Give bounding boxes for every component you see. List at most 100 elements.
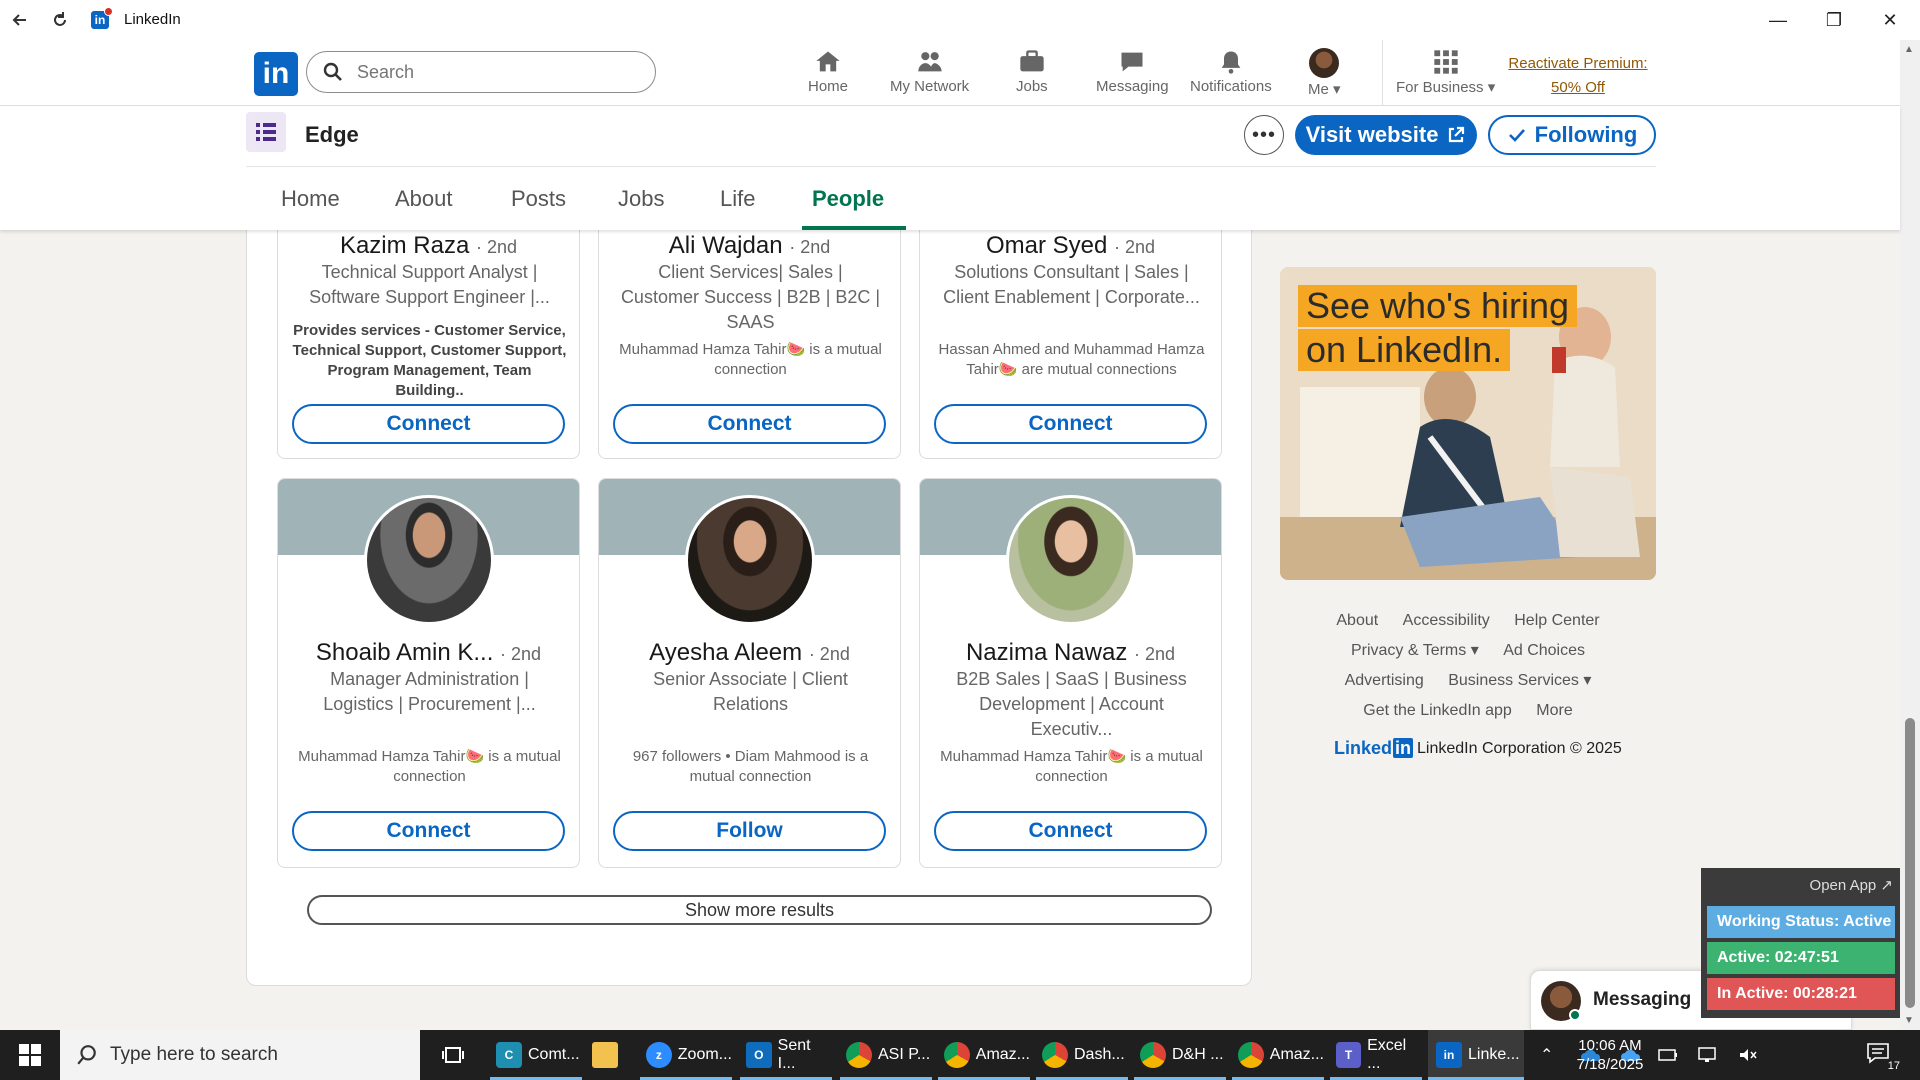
- reactivate-premium-link[interactable]: Reactivate Premium: 50% Off: [1498, 52, 1658, 100]
- linkedin-logo[interactable]: in: [254, 52, 298, 96]
- company-name[interactable]: Edge: [305, 122, 359, 148]
- following-label: Following: [1534, 122, 1638, 147]
- connect-button[interactable]: Connect: [613, 404, 886, 444]
- mutual-connections: Muhammad Hamza Tahir🍉 is a mutual connec…: [619, 341, 882, 378]
- footer-accessibility-link[interactable]: Accessibility: [1403, 612, 1490, 629]
- taskbar-app-zoom[interactable]: z Zoom...: [640, 1030, 732, 1080]
- restore-button[interactable]: ❐: [1806, 0, 1862, 40]
- windows-start-button[interactable]: [0, 1030, 60, 1080]
- person-name[interactable]: Omar Syed · 2nd: [920, 232, 1221, 260]
- avatar: [1309, 48, 1340, 78]
- footer-getapp-link[interactable]: Get the LinkedIn app: [1363, 702, 1512, 719]
- taskbar-app-linkedin[interactable]: in Linke...: [1428, 1030, 1524, 1080]
- window-title: LinkedIn: [124, 11, 181, 28]
- network-icon[interactable]: [1698, 1030, 1718, 1080]
- tab-life[interactable]: Life: [720, 186, 755, 212]
- tab-jobs[interactable]: Jobs: [618, 186, 664, 212]
- nav-jobs-label: Jobs: [1016, 78, 1048, 95]
- footer-more-link[interactable]: More: [1536, 702, 1572, 719]
- footer-about-link[interactable]: About: [1336, 612, 1378, 629]
- profile-photo[interactable]: [685, 495, 815, 625]
- nav-notifications[interactable]: Notifications: [1190, 48, 1272, 100]
- company-logo[interactable]: [246, 112, 286, 152]
- corporation-line: Linked in LinkedIn Corporation © 2025: [1334, 738, 1622, 759]
- tab-about[interactable]: About: [395, 186, 453, 212]
- messaging-label: Messaging: [1593, 989, 1692, 1010]
- briefcase-icon: [1020, 50, 1044, 72]
- following-button[interactable]: Following: [1488, 115, 1656, 155]
- clock[interactable]: 10:06 AM 7/18/2025: [1560, 1036, 1660, 1074]
- volume-muted-icon[interactable]: [1738, 1030, 1758, 1080]
- taskbar-app-chrome-dh[interactable]: D&H ...: [1134, 1030, 1226, 1080]
- connect-button[interactable]: Connect: [292, 404, 565, 444]
- taskbar-app-chrome-asi[interactable]: ASI P...: [840, 1030, 932, 1080]
- tab-people[interactable]: People: [812, 186, 884, 212]
- vertical-scrollbar[interactable]: ▲ ▼: [1900, 40, 1920, 1030]
- app-label: Zoom...: [677, 1046, 732, 1063]
- more-options-button[interactable]: •••: [1244, 115, 1284, 155]
- connect-button[interactable]: Connect: [934, 811, 1207, 851]
- task-view-button[interactable]: [436, 1030, 470, 1080]
- tray-expand-icon[interactable]: ⌃: [1540, 1030, 1553, 1080]
- footer-adchoices-link[interactable]: Ad Choices: [1503, 642, 1585, 659]
- nav-messaging[interactable]: Messaging: [1096, 48, 1169, 100]
- hiring-ad-image[interactable]: See who's hiring on LinkedIn.: [1280, 267, 1656, 580]
- clock-date: 7/18/2025: [1576, 1056, 1644, 1073]
- footer-business-link[interactable]: Business Services ▾: [1448, 672, 1591, 689]
- taskbar-app-chrome-dash[interactable]: Dash...: [1036, 1030, 1128, 1080]
- follow-button[interactable]: Follow: [613, 811, 886, 851]
- taskbar-app-teams-excel[interactable]: T Excel ...: [1330, 1030, 1422, 1080]
- network-icon: [917, 52, 942, 72]
- nav-home[interactable]: Home: [808, 48, 848, 100]
- battery-icon[interactable]: [1658, 1030, 1678, 1080]
- person-name[interactable]: Ali Wajdan · 2nd: [599, 232, 900, 260]
- notification-count: 17: [1887, 1060, 1900, 1072]
- company-header: Edge ••• Visit website Following Home Ab…: [0, 106, 1900, 230]
- grid-icon: [1433, 50, 1458, 74]
- show-more-results-button[interactable]: Show more results: [307, 895, 1212, 925]
- connect-button[interactable]: Connect: [934, 404, 1207, 444]
- search-input[interactable]: [357, 60, 637, 84]
- tab-posts[interactable]: Posts: [511, 186, 566, 212]
- person-name[interactable]: Kazim Raza · 2nd: [278, 232, 579, 260]
- chrome-icon: [1140, 1042, 1166, 1068]
- premium-line1: Reactivate Premium:: [1508, 55, 1648, 72]
- online-indicator: [1569, 1009, 1581, 1021]
- profile-photo[interactable]: [364, 495, 494, 625]
- nav-jobs[interactable]: Jobs: [1016, 48, 1048, 100]
- taskbar-app-chrome-amaz2[interactable]: Amaz...: [1232, 1030, 1324, 1080]
- nav-me[interactable]: Me ▾: [1308, 48, 1341, 100]
- visit-website-button[interactable]: Visit website: [1295, 115, 1477, 155]
- scroll-up-arrow-icon[interactable]: ▲: [1904, 44, 1914, 55]
- profile-photo[interactable]: [1006, 495, 1136, 625]
- footer-help-link[interactable]: Help Center: [1514, 612, 1599, 629]
- taskbar-app-outlook[interactable]: O Sent I...: [740, 1030, 832, 1080]
- status-widget: Open App ↗ Working Status: Active Active…: [1701, 868, 1901, 1018]
- tab-home[interactable]: Home: [281, 186, 340, 212]
- connect-button[interactable]: Connect: [292, 811, 565, 851]
- taskbar-app-explorer[interactable]: [588, 1030, 628, 1080]
- search-box[interactable]: [306, 51, 656, 93]
- copyright-text: LinkedIn Corporation © 2025: [1417, 739, 1622, 757]
- people-section: Kazim Raza · 2nd Technical Support Analy…: [246, 121, 1252, 986]
- checkmark-icon: [1508, 129, 1525, 142]
- close-button[interactable]: ✕: [1862, 0, 1918, 40]
- person-name[interactable]: Shoaib Amin K... · 2nd: [278, 639, 579, 667]
- scroll-down-arrow-icon[interactable]: ▼: [1904, 1015, 1914, 1026]
- open-app-link[interactable]: Open App ↗: [1810, 876, 1893, 894]
- footer-privacy-link[interactable]: Privacy & Terms ▾: [1351, 642, 1479, 659]
- nav-for-business[interactable]: For Business ▾: [1396, 48, 1495, 100]
- minimize-button[interactable]: —: [1750, 0, 1806, 40]
- taskbar-search[interactable]: Type here to search: [60, 1030, 420, 1080]
- nav-my-network[interactable]: My Network: [890, 48, 969, 100]
- back-arrow-icon[interactable]: [6, 6, 34, 34]
- taskbar-app-chrome-amaz[interactable]: Amaz...: [938, 1030, 1030, 1080]
- notifications-button[interactable]: 17: [1866, 1042, 1900, 1072]
- scrollbar-thumb[interactable]: [1905, 718, 1915, 1008]
- footer-advertising-link[interactable]: Advertising: [1345, 672, 1424, 689]
- refresh-icon[interactable]: [46, 6, 74, 34]
- active-tab-indicator: [802, 226, 906, 230]
- person-name[interactable]: Ayesha Aleem · 2nd: [599, 639, 900, 667]
- person-name[interactable]: Nazima Nawaz · 2nd: [920, 639, 1221, 667]
- taskbar-app-comt[interactable]: C Comt...: [490, 1030, 582, 1080]
